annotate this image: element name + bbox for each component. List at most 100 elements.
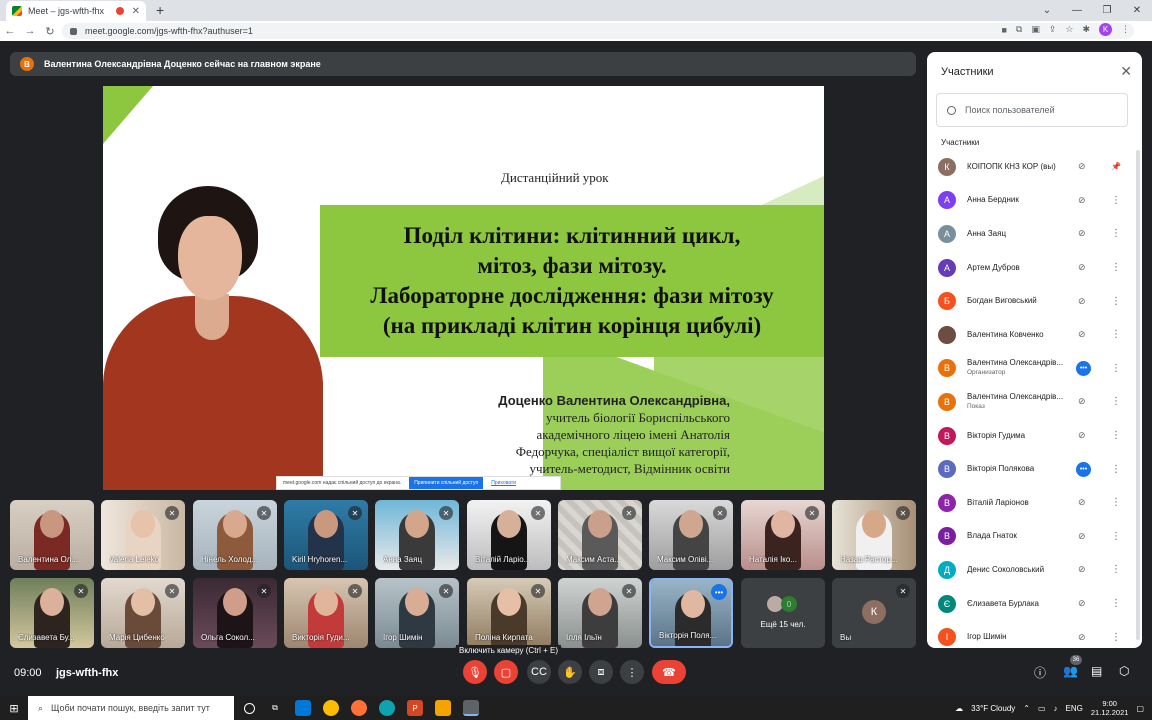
back-icon[interactable]: ← [0, 25, 20, 37]
mic-off-icon[interactable]: ⊘ [1078, 430, 1086, 441]
meeting-details-icon[interactable]: ⓘ [1034, 664, 1046, 681]
self-tile[interactable]: ✕ К Вы [832, 578, 916, 648]
mic-off-icon[interactable]: ⊘ [1078, 531, 1086, 542]
browser-tab[interactable]: Meet – jgs-wfth-fhx ✕ [6, 1, 146, 21]
people-icon[interactable]: 👥 [1063, 664, 1078, 678]
bookmark-star-icon[interactable]: ☆ [1065, 24, 1073, 35]
new-tab-icon[interactable]: + [156, 2, 164, 18]
more-options-icon[interactable]: ⋮ [1111, 262, 1121, 273]
more-options-icon[interactable]: ⋮ [1111, 329, 1121, 340]
participant-tile[interactable]: ✕ Віталій Ларіо... [467, 500, 551, 570]
task-view-icon[interactable]: ⧉ [267, 700, 283, 716]
participant-row[interactable]: В Віталій Ларіонов ⊘ ⋮ [927, 486, 1142, 520]
mic-off-icon[interactable]: ⊘ [1078, 598, 1086, 609]
app-icon[interactable] [435, 700, 451, 716]
participant-tile[interactable]: ✕ Поліна Кирпата [467, 578, 551, 648]
cortana-icon[interactable] [244, 702, 255, 714]
more-options-icon[interactable]: ⋮ [1111, 228, 1121, 239]
store-icon[interactable] [295, 700, 311, 716]
translate-icon[interactable]: ⧉ [1016, 24, 1022, 35]
extensions-icon[interactable]: ✱ [1082, 24, 1090, 35]
start-icon[interactable]: ⊞ [0, 702, 28, 715]
menu-icon[interactable]: ⋮ [1121, 24, 1130, 35]
powerpoint-icon[interactable]: P [407, 700, 423, 716]
stop-sharing-button[interactable]: Припинити спільний доступ [409, 477, 484, 489]
language-indicator[interactable]: ENG [1066, 704, 1083, 713]
share-icon[interactable]: ⇪ [1049, 24, 1057, 35]
panel-scrollbar[interactable] [1136, 150, 1140, 640]
participant-search-input[interactable]: Поиск пользователей [936, 93, 1128, 127]
chat-icon[interactable]: ▤ [1091, 664, 1102, 678]
more-options-icon[interactable]: ⋮ [1111, 632, 1121, 643]
close-panel-icon[interactable]: ✕ [1120, 63, 1132, 80]
participant-tile[interactable]: ✕ Kiril Hryhoren... [284, 500, 368, 570]
mic-off-icon[interactable]: ⊘ [1078, 632, 1086, 643]
lock-icon[interactable] [70, 27, 77, 35]
taskbar-clock[interactable]: 9:00 21.12.2021 [1091, 699, 1129, 717]
participant-tile[interactable]: ✕ Ігор Шимін [375, 578, 459, 648]
more-options-icon[interactable]: ⋮ [1111, 564, 1121, 575]
mic-off-icon[interactable]: ⊘ [1078, 228, 1086, 239]
mic-off-icon[interactable]: ⊘ [1078, 564, 1086, 575]
participant-tile[interactable]: ✕ Максим Оліві... [649, 500, 733, 570]
participant-tile[interactable]: ✕ Ілля Ільїн [558, 578, 642, 648]
participant-row[interactable]: А Анна Заяц ⊘ ⋮ [927, 217, 1142, 251]
maximize-icon[interactable]: ❐ [1092, 5, 1122, 16]
participant-row[interactable]: В Валентина Олександрів... Организатор ••• ⋮ [927, 352, 1142, 386]
volume-icon[interactable]: ♪ [1054, 704, 1058, 713]
mic-off-icon[interactable]: ⊘ [1078, 296, 1086, 307]
notifications-icon[interactable]: ▢ [1136, 704, 1144, 713]
raise-hand-button[interactable]: ✋ [558, 660, 582, 684]
participant-tile[interactable]: ✕ Ольга Сокол... [193, 578, 277, 648]
participant-tile[interactable]: ✕ Анна Заяц [375, 500, 459, 570]
camera-permission-icon[interactable]: ■ [1001, 25, 1006, 35]
edge-icon[interactable] [379, 700, 395, 716]
more-options-icon[interactable]: ⋮ [1111, 531, 1121, 542]
participant-row[interactable]: А Артем Дубров ⊘ ⋮ [927, 251, 1142, 285]
cast-icon[interactable]: ▣ [1031, 24, 1040, 35]
participant-row[interactable]: Валентина Ковченко ⊘ ⋮ [927, 318, 1142, 352]
chrome-icon[interactable] [323, 700, 339, 716]
participant-row[interactable]: К КОІПОПК КНЗ КОР (вы) ⊘ 📌 [927, 150, 1142, 184]
more-options-icon[interactable]: ⋮ [1111, 363, 1121, 374]
more-options-icon[interactable]: ⋮ [1111, 396, 1121, 407]
weather-text[interactable]: 33°F Cloudy [971, 704, 1015, 713]
leave-call-button[interactable]: ☎ [652, 660, 686, 684]
participant-tile[interactable]: ✕ Марія Цибенко [101, 578, 185, 648]
participant-tile[interactable]: ✕ Єлизавета Бу... [10, 578, 94, 648]
more-options-icon[interactable]: ⋮ [1111, 497, 1121, 508]
participant-row[interactable]: В Влада Гнаток ⊘ ⋮ [927, 520, 1142, 554]
more-options-icon[interactable]: ⋮ [1111, 195, 1121, 206]
participant-row[interactable]: І Ігор Шимін ⊘ ⋮ [927, 620, 1142, 648]
hide-share-bar-link[interactable]: Приховати [491, 480, 516, 486]
camera-toggle-button[interactable]: ▢ [494, 660, 518, 684]
participant-tile[interactable]: ✕ Наталія Іко... [741, 500, 825, 570]
address-bar[interactable]: meet.google.com/jgs-wfth-fhx?authuser=1 [62, 23, 1134, 39]
more-options-icon[interactable]: ⋮ [1111, 598, 1121, 609]
taskbar-search-input[interactable]: ⌕ Щоби почати пошук, введіть запит тут [28, 696, 234, 720]
network-icon[interactable]: ▭ [1038, 704, 1046, 713]
firefox-icon[interactable] [351, 700, 367, 716]
participant-tile[interactable]: ✕ Викторія Гуди... [284, 578, 368, 648]
mic-off-icon[interactable]: ⊘ [1078, 329, 1086, 340]
more-options-icon[interactable]: ⋮ [1111, 296, 1121, 307]
profile-avatar[interactable]: K [1099, 23, 1112, 36]
pin-icon[interactable]: 📌 [1111, 162, 1121, 171]
participant-row[interactable]: Б Богдан Виговський ⊘ ⋮ [927, 284, 1142, 318]
participant-tile[interactable]: ✕ Максим Аста... [558, 500, 642, 570]
participant-row[interactable]: Є Єлизавета Бурлака ⊘ ⋮ [927, 587, 1142, 621]
more-options-icon[interactable]: ⋮ [1111, 430, 1121, 441]
reload-icon[interactable]: ↻ [40, 25, 60, 38]
participant-tile[interactable]: Валентина Ол... [10, 500, 94, 570]
participant-tile-speaking[interactable]: ••• Вікторія Поля... [649, 578, 733, 648]
participant-tile[interactable]: ✕ Назар Растор... [832, 500, 916, 570]
participant-row[interactable]: Д Денис Соколовський ⊘ ⋮ [927, 553, 1142, 587]
present-button[interactable]: ⧈ [589, 660, 613, 684]
participant-row[interactable]: В Валентина Олександрів... Показ ⊘ ⋮ [927, 385, 1142, 419]
participant-tile[interactable]: ✕ Нінель Холод... [193, 500, 277, 570]
mic-off-icon[interactable]: ⊘ [1078, 497, 1086, 508]
tray-expand-icon[interactable]: ⌃ [1023, 704, 1030, 713]
mic-toggle-button[interactable]: 🎙 [463, 660, 487, 684]
participant-tile[interactable]: ✕ Valeria Leleko [101, 500, 185, 570]
participant-row[interactable]: В Вікторія Гудима ⊘ ⋮ [927, 419, 1142, 453]
